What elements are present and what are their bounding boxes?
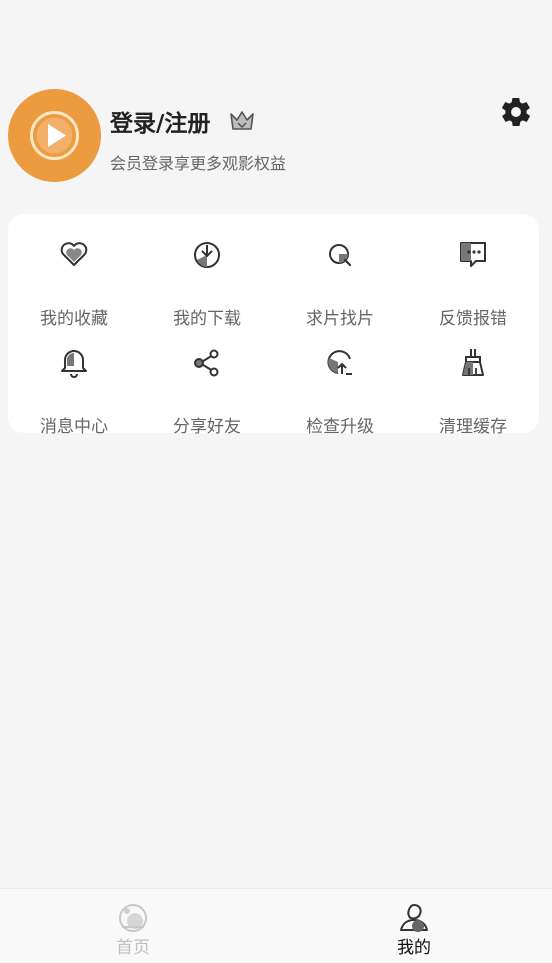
avatar[interactable]: [8, 89, 101, 182]
grid-item-label: 检查升级: [306, 417, 374, 437]
crown-icon: [230, 111, 254, 130]
tab-mine[interactable]: 我的: [344, 889, 484, 963]
upgrade-icon: [327, 350, 352, 375]
bottom-tab-bar: 首页 我的: [0, 888, 552, 963]
share-icon: [194, 349, 219, 377]
grid-item-label: 求片找片: [306, 309, 374, 329]
function-grid: 我的收藏 我的下载 求片找片 反馈报错 消息中心 分享好友 检查升级 清理缓存: [8, 214, 539, 437]
feedback-icon: [460, 242, 486, 267]
grid-item-upgrade[interactable]: 检查升级: [274, 346, 406, 437]
login-subtitle: 会员登录享更多观影权益: [110, 154, 287, 173]
grid-item-request[interactable]: 求片找片: [274, 238, 406, 329]
broom-icon: [462, 349, 484, 376]
heart-icon: [60, 242, 88, 266]
download-icon: [194, 242, 220, 268]
bell-icon: [61, 350, 87, 378]
tab-home[interactable]: 首页: [63, 889, 203, 963]
grid-item-label: 反馈报错: [439, 309, 507, 329]
grid-item-messages[interactable]: 消息中心: [8, 346, 140, 437]
grid-item-clear-cache[interactable]: 清理缓存: [407, 346, 539, 437]
home-icon: [119, 904, 147, 932]
profile-header: 登录/注册 会员登录享更多观影权益: [0, 0, 552, 200]
grid-item-feedback[interactable]: 反馈报错: [407, 238, 539, 329]
grid-item-label: 清理缓存: [439, 417, 507, 437]
grid-item-label: 分享好友: [173, 417, 241, 437]
grid-item-downloads[interactable]: 我的下载: [141, 238, 273, 329]
tab-home-label: 首页: [116, 938, 150, 958]
grid-item-label: 我的下载: [173, 309, 241, 329]
grid-item-label: 我的收藏: [40, 309, 108, 329]
tab-mine-label: 我的: [397, 938, 431, 958]
play-icon: [30, 111, 79, 160]
gear-icon[interactable]: [499, 95, 533, 129]
grid-item-share[interactable]: 分享好友: [141, 346, 273, 437]
grid-item-label: 消息中心: [40, 417, 108, 437]
user-icon: [400, 903, 428, 932]
login-register-link[interactable]: 登录/注册: [110, 104, 210, 138]
search-icon: [329, 244, 352, 267]
grid-item-favorites[interactable]: 我的收藏: [8, 238, 140, 329]
